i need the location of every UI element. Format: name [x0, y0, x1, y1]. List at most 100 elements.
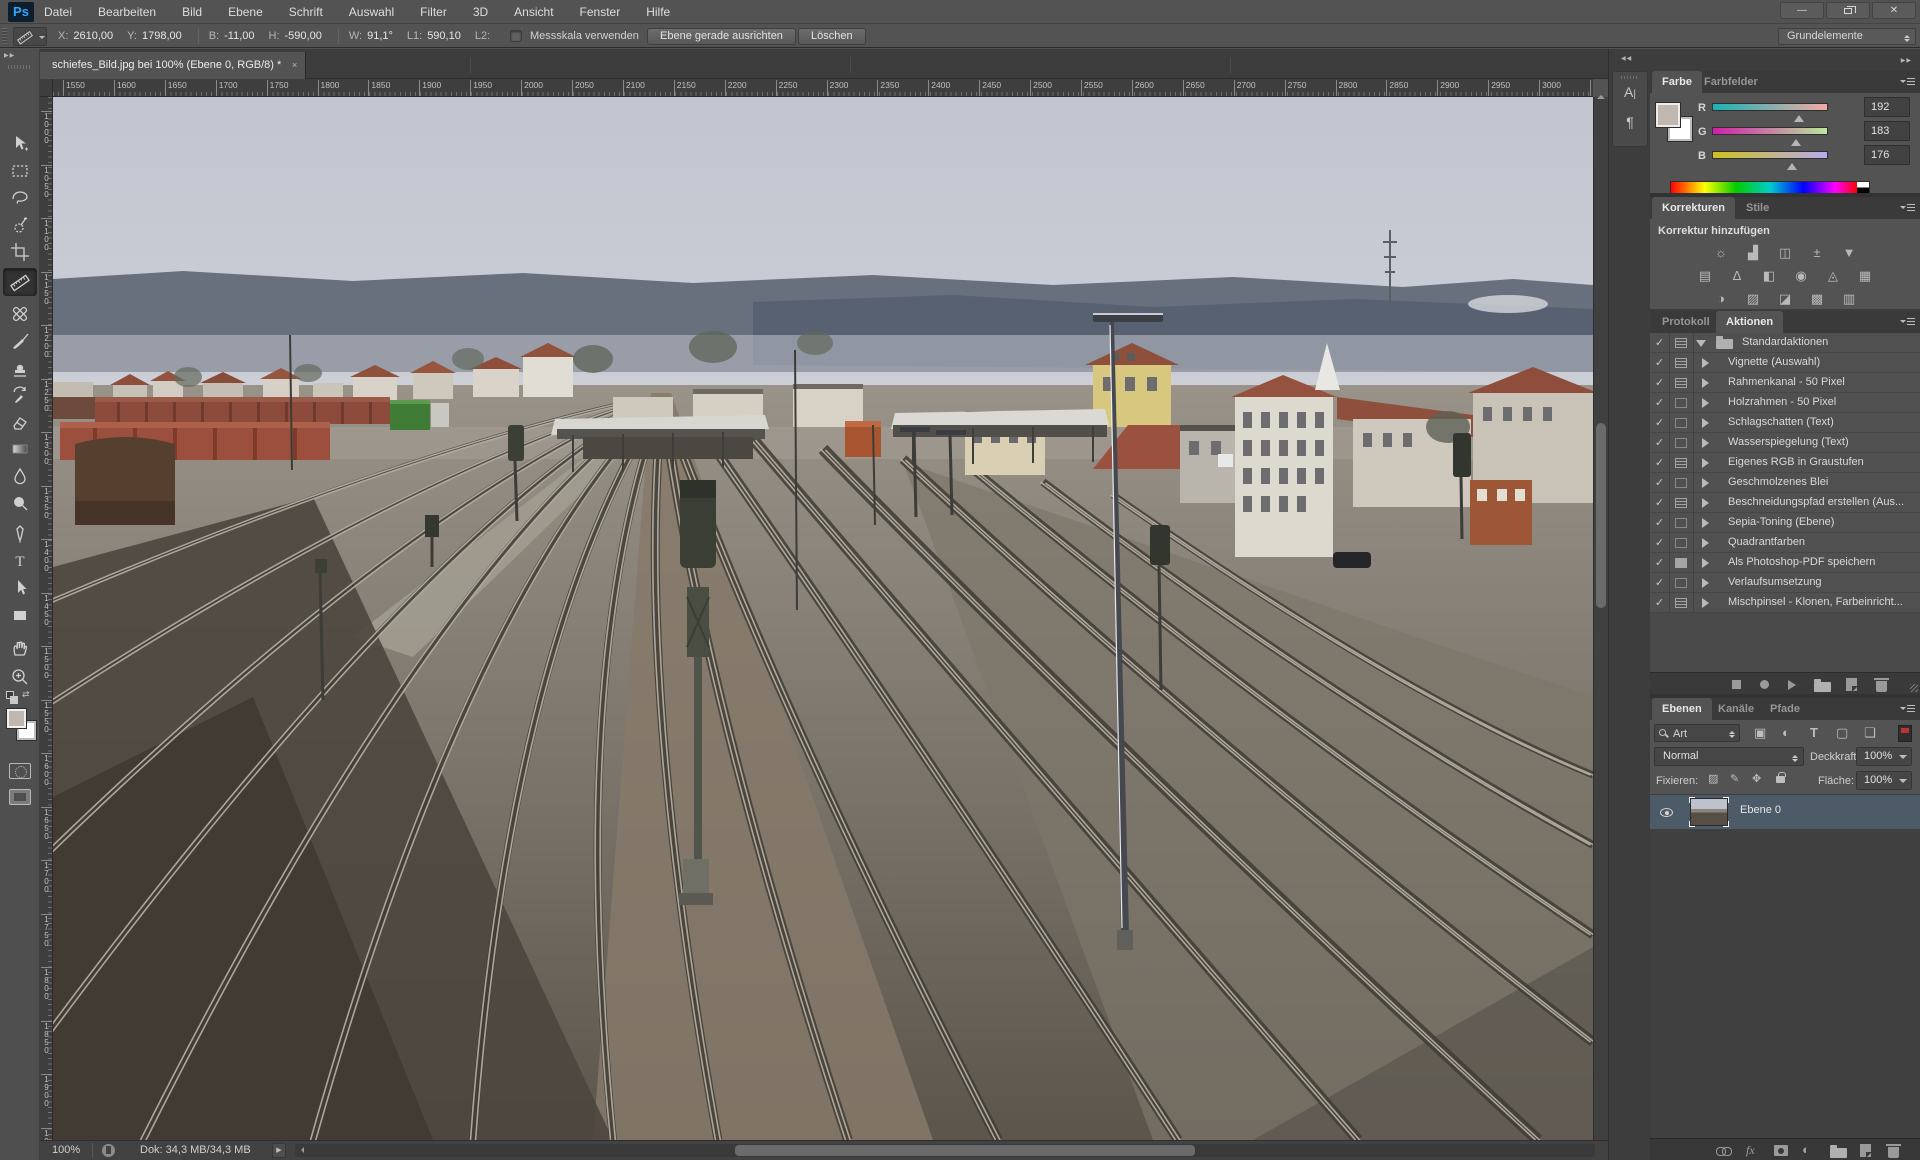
menu-hilfe[interactable]: Hilfe	[646, 5, 670, 19]
panel-collapse-icon[interactable]: ▶▶	[1901, 57, 1912, 64]
channel-mixer-icon[interactable]: ◬	[1821, 266, 1845, 285]
panel-menu-icon[interactable]	[1900, 204, 1915, 213]
action-check-icon[interactable]: ✓	[1650, 553, 1670, 573]
action-check-icon[interactable]: ✓	[1650, 573, 1670, 593]
b-value-field[interactable]: 176	[1864, 145, 1910, 165]
action-dialog-toggle[interactable]	[1670, 593, 1694, 613]
default-colors-icon2[interactable]	[10, 696, 18, 704]
action-dialog-toggle[interactable]	[1670, 553, 1694, 573]
lock-position-icon[interactable]: ✥	[1752, 772, 1761, 785]
smart-object-filter-icon[interactable]: ❏	[1864, 724, 1876, 742]
layer-name[interactable]: Ebene 0	[1740, 804, 1781, 816]
action-dialog-toggle[interactable]	[1670, 493, 1694, 513]
path-select-tool[interactable]	[8, 576, 32, 600]
swap-colors-icon[interactable]: ⇄	[22, 689, 30, 700]
layer-mask-icon[interactable]	[1774, 1145, 1788, 1156]
action-row[interactable]: ✓ Vignette (Auswahl)	[1650, 353, 1920, 373]
delete-icon[interactable]	[1874, 678, 1889, 692]
gradient-map-icon[interactable]: ▩	[1805, 289, 1829, 308]
layer-filter-toggle[interactable]	[1898, 725, 1912, 742]
chevron-right-icon[interactable]	[1702, 458, 1714, 468]
eraser-tool[interactable]	[8, 410, 32, 434]
restore-button[interactable]	[1826, 2, 1870, 19]
action-dialog-toggle[interactable]	[1670, 453, 1694, 473]
action-row[interactable]: ✓ Eigenes RGB in Graustufen	[1650, 453, 1920, 473]
action-dialog-toggle[interactable]	[1670, 373, 1694, 393]
action-dialog-toggle[interactable]	[1670, 573, 1694, 593]
r-value-field[interactable]: 192	[1864, 97, 1910, 117]
foreground-color-swatch[interactable]	[1655, 102, 1681, 128]
black-white-icon[interactable]: ◧	[1757, 266, 1781, 285]
vertical-scroll-thumb[interactable]	[1596, 423, 1606, 608]
action-row[interactable]: ✓ Sepia-Toning (Ebene)	[1650, 513, 1920, 533]
new-set-folder-icon[interactable]	[1814, 679, 1831, 692]
adjustment-layer-filter-icon[interactable]: ◐	[1782, 724, 1790, 742]
exposure-icon[interactable]: ±	[1805, 243, 1829, 262]
clear-measure-button[interactable]: Löschen	[798, 28, 866, 45]
menu-ebene[interactable]: Ebene	[228, 5, 263, 19]
menu-bearbeiten[interactable]: Bearbeiten	[98, 5, 156, 19]
action-check-icon[interactable]: ✓	[1650, 473, 1670, 493]
action-check-icon[interactable]: ✓	[1650, 533, 1670, 553]
action-dialog-toggle[interactable]	[1670, 353, 1694, 373]
type-tool[interactable]: T	[8, 549, 32, 573]
color-lookup-icon[interactable]: ▦	[1853, 266, 1877, 285]
action-check-icon[interactable]: ✓	[1650, 353, 1670, 373]
chevron-right-icon[interactable]	[1702, 578, 1714, 588]
group-icon[interactable]	[1830, 1145, 1847, 1158]
new-layer-icon[interactable]	[1860, 1144, 1872, 1158]
blur-tool[interactable]	[8, 464, 32, 488]
invert-icon[interactable]: ◑	[1709, 289, 1733, 308]
vibrance-icon[interactable]: ▼	[1837, 243, 1861, 262]
pen-tool[interactable]	[8, 522, 32, 546]
chevron-right-icon[interactable]	[1702, 358, 1714, 368]
action-dialog-toggle[interactable]	[1670, 333, 1694, 353]
stop-icon[interactable]	[1732, 680, 1741, 689]
chevron-right-icon[interactable]	[1702, 518, 1714, 528]
tab-close-icon[interactable]: ×	[292, 61, 297, 70]
menu-ansicht[interactable]: Ansicht	[514, 5, 553, 19]
panel-menu-icon[interactable]	[1900, 705, 1915, 714]
g-slider[interactable]	[1712, 127, 1828, 135]
dodge-tool[interactable]	[8, 491, 32, 515]
curves-icon[interactable]: ◫	[1773, 243, 1797, 262]
chevron-right-icon[interactable]	[1702, 418, 1714, 428]
layer-row[interactable]: Ebene 0	[1650, 795, 1920, 829]
history-brush-tool[interactable]	[8, 383, 32, 407]
chevron-right-icon[interactable]	[1702, 378, 1714, 388]
chevron-right-icon[interactable]	[1702, 538, 1714, 548]
menu-auswahl[interactable]: Auswahl	[349, 5, 394, 19]
horizontal-scroll-thumb[interactable]	[735, 1145, 1195, 1156]
action-row[interactable]: ✓ Rahmenkanal - 50 Pixel	[1650, 373, 1920, 393]
straighten-layer-button[interactable]: Ebene gerade ausrichten	[647, 28, 796, 45]
chevron-right-icon[interactable]	[1702, 558, 1714, 568]
tab-protokoll[interactable]: Protokoll	[1652, 311, 1720, 333]
panel-menu-icon[interactable]	[1900, 78, 1915, 87]
close-button[interactable]: ✕	[1872, 2, 1916, 19]
hue-saturation-icon[interactable]: ▤	[1693, 266, 1717, 285]
action-check-icon[interactable]: ✓	[1650, 513, 1670, 533]
color-balance-icon[interactable]: Δ	[1725, 266, 1749, 285]
paragraph-panel-icon[interactable]: ¶	[1613, 114, 1647, 130]
tab-aktionen[interactable]: Aktionen	[1716, 311, 1784, 333]
menu-schrift[interactable]: Schrift	[289, 5, 323, 19]
lock-all-icon[interactable]	[1776, 772, 1786, 783]
play-icon[interactable]	[1788, 680, 1801, 690]
dock-expand-icon[interactable]: ◀◀	[1621, 55, 1632, 62]
chevron-right-icon[interactable]	[1702, 398, 1714, 408]
action-row[interactable]: ✓ Wasserspiegelung (Text)	[1650, 433, 1920, 453]
scroll-left-icon[interactable]	[298, 1147, 304, 1153]
action-row[interactable]: ✓ Als Photoshop-PDF speichern	[1650, 553, 1920, 573]
action-check-icon[interactable]: ✓	[1650, 333, 1670, 353]
quick-mask-button[interactable]	[9, 763, 31, 779]
menu-datei[interactable]: Datei	[44, 5, 72, 19]
clone-stamp-tool[interactable]	[8, 356, 32, 380]
character-panel-icon[interactable]: A|	[1613, 84, 1647, 100]
action-row[interactable]: ✓ Verlaufsumsetzung	[1650, 573, 1920, 593]
brightness-contrast-icon[interactable]: ☼	[1709, 243, 1733, 262]
action-row[interactable]: ✓ Geschmolzenes Blei	[1650, 473, 1920, 493]
crop-tool[interactable]	[8, 240, 32, 264]
action-row[interactable]: ✓ Schlagschatten (Text)	[1650, 413, 1920, 433]
action-check-icon[interactable]: ✓	[1650, 413, 1670, 433]
status-flyout-button[interactable]: ▶	[272, 1143, 286, 1158]
